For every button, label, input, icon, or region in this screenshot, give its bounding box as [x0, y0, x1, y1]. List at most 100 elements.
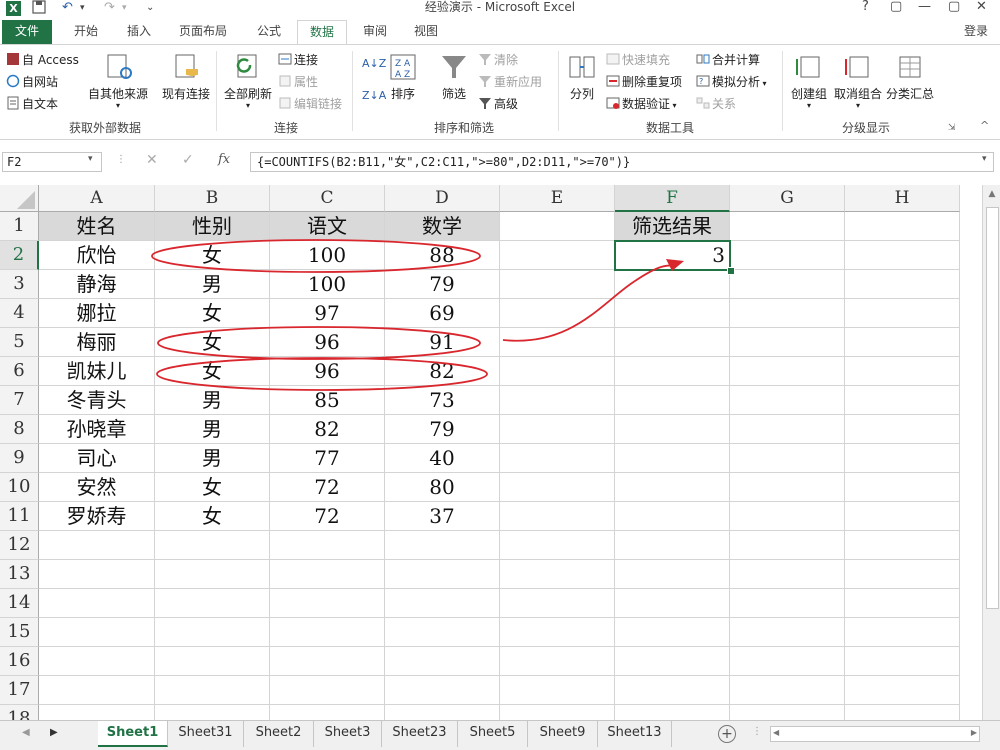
clear-filter-button[interactable]: 清除	[478, 51, 518, 69]
collapse-ribbon-icon[interactable]: ^	[980, 119, 989, 132]
worksheet-grid: A B C D E F G H ▲ 1 2 3 4 5 6 7 8 9 10 1…	[0, 185, 1000, 720]
existing-connections-icon	[170, 51, 202, 83]
sheet-tab-sheet5[interactable]: Sheet5	[458, 721, 528, 747]
subtotal-label: 分类汇总	[885, 87, 934, 101]
subtotal-button[interactable]: 分类汇总	[884, 51, 936, 102]
access-icon	[6, 52, 20, 66]
dropdown-arrow-icon: ▾	[760, 79, 767, 88]
reapply-label: 重新应用	[494, 75, 543, 89]
tab-formulas[interactable]: 公式	[244, 20, 294, 44]
data-validation-button[interactable]: 数据验证 ▾	[606, 95, 677, 115]
insert-function-icon[interactable]: fx	[218, 152, 230, 167]
tab-review[interactable]: 审阅	[350, 20, 400, 44]
remove-duplicates-icon	[606, 74, 620, 88]
sign-in-link[interactable]: 登录	[964, 20, 988, 42]
reapply-button[interactable]: 重新应用	[478, 73, 542, 91]
name-box[interactable]: F2	[2, 152, 102, 172]
web-icon	[6, 74, 20, 88]
from-access-button[interactable]: 自 Access	[6, 51, 79, 69]
refresh-all-label: 全部刷新	[223, 87, 272, 101]
existing-connections-button[interactable]: 现有连接	[156, 51, 216, 102]
sheet-tab-sheet31[interactable]: Sheet31	[168, 721, 244, 747]
from-text-label: 自文本	[22, 97, 59, 111]
properties-button[interactable]: 属性	[278, 73, 318, 91]
flash-fill-button[interactable]: 快速填充	[606, 51, 670, 69]
from-web-button[interactable]: 自网站	[6, 73, 58, 91]
remove-duplicates-button[interactable]: 删除重复项	[606, 73, 682, 91]
filter-button[interactable]: 筛选	[434, 51, 474, 102]
help-icon[interactable]: ?	[862, 0, 869, 14]
data-validation-label: 数据验证	[622, 97, 671, 111]
formula-input[interactable]: {=COUNTIFS(B2:B11,"女",C2:C11,">=80",D2:D…	[250, 152, 994, 172]
ribbon: 自 Access 自网站 自文本 自其他来源 ▾ 现有连接 获取外部数据 全部刷…	[0, 44, 1000, 140]
text-to-columns-button[interactable]: 分列	[562, 51, 602, 102]
sheet-tab-sheet2[interactable]: Sheet2	[244, 721, 314, 747]
sort-descending-button[interactable]: Z↓A	[362, 85, 386, 107]
consolidate-icon	[696, 52, 710, 66]
sheet-tab-sheet3[interactable]: Sheet3	[314, 721, 382, 747]
ungroup-label: 取消组合	[833, 87, 882, 101]
advanced-filter-icon	[478, 96, 492, 110]
add-sheet-icon[interactable]: +	[718, 725, 736, 743]
restore-icon[interactable]: ▢	[948, 0, 960, 14]
tab-insert[interactable]: 插入	[114, 20, 164, 44]
scroll-left-icon[interactable]: ◀	[773, 728, 779, 737]
properties-label: 属性	[294, 75, 319, 89]
advanced-label: 高级	[494, 97, 519, 111]
refresh-icon	[232, 51, 264, 83]
highlight-ellipse-row6	[156, 357, 488, 391]
ribbon-separator	[558, 51, 559, 131]
close-icon[interactable]: ✕	[976, 0, 987, 14]
data-validation-icon	[606, 96, 620, 110]
next-sheet-icon[interactable]: ▶	[50, 727, 58, 738]
dropdown-arrow-icon: ▾	[245, 101, 250, 110]
sort-button[interactable]: Z AA Z 排序	[386, 51, 420, 102]
group-outline-label: 分级显示	[841, 121, 890, 135]
enter-icon[interactable]: ✓	[182, 152, 194, 168]
sheet-tab-sheet9[interactable]: Sheet9	[528, 721, 598, 747]
svg-text:?: ?	[699, 77, 703, 86]
what-if-analysis-button[interactable]: ? 模拟分析 ▾	[696, 73, 767, 93]
ribbon-display-icon[interactable]: ▢	[890, 0, 902, 14]
tab-home[interactable]: 开始	[58, 20, 114, 44]
formula-bar-handle-icon[interactable]: ⋮	[116, 154, 126, 165]
tab-page-layout[interactable]: 页面布局	[164, 20, 242, 44]
prev-sheet-icon[interactable]: ◀	[22, 727, 30, 738]
dialog-launcher-icon[interactable]: ⇲	[948, 123, 956, 133]
name-box-dropdown-icon[interactable]: ▾	[88, 154, 93, 164]
sheet-tab-sheet13[interactable]: Sheet13	[598, 721, 672, 747]
refresh-all-button[interactable]: 全部刷新 ▾	[220, 51, 276, 110]
svg-text:A Z: A Z	[395, 70, 410, 80]
ungroup-button[interactable]: 取消组合 ▾	[832, 51, 884, 110]
from-other-sources-button[interactable]: 自其他来源 ▾	[86, 51, 150, 110]
sort-ascending-button[interactable]: A↓Z	[362, 53, 386, 75]
minimize-icon[interactable]: —	[918, 0, 931, 14]
expand-formula-icon[interactable]: ▾	[982, 154, 987, 164]
tab-file[interactable]: 文件	[2, 20, 52, 44]
ribbon-separator	[352, 51, 353, 131]
group-button[interactable]: 创建组 ▾	[786, 51, 832, 110]
advanced-filter-button[interactable]: 高级	[478, 95, 518, 113]
consolidate-button[interactable]: 合并计算	[696, 51, 760, 69]
scroll-right-icon[interactable]: ▶	[971, 728, 977, 737]
edit-links-label: 编辑链接	[294, 97, 343, 111]
clear-filter-icon	[478, 52, 492, 66]
connections-button[interactable]: 连接	[278, 51, 318, 69]
relationships-label: 关系	[712, 97, 737, 111]
relationships-icon	[696, 96, 710, 110]
sheet-tab-sheet1[interactable]: Sheet1	[98, 721, 168, 747]
horizontal-scrollbar[interactable]: ◀ ▶	[770, 726, 980, 742]
ribbon-separator	[216, 51, 217, 131]
sheet-tab-sheet23[interactable]: Sheet23	[382, 721, 458, 747]
tab-view[interactable]: 视图	[400, 20, 452, 44]
tab-data[interactable]: 数据	[297, 20, 347, 45]
relationships-button[interactable]: 关系	[696, 95, 736, 113]
from-text-button[interactable]: 自文本	[6, 95, 58, 113]
svg-text:Z A: Z A	[395, 59, 411, 69]
tab-split-handle-icon[interactable]: ⋮	[752, 726, 762, 737]
edit-links-button[interactable]: 编辑链接	[278, 95, 342, 113]
dropdown-arrow-icon: ▾	[806, 101, 811, 110]
subtotal-icon	[894, 51, 926, 83]
other-sources-icon	[102, 51, 134, 83]
cancel-icon[interactable]: ✕	[146, 152, 158, 168]
